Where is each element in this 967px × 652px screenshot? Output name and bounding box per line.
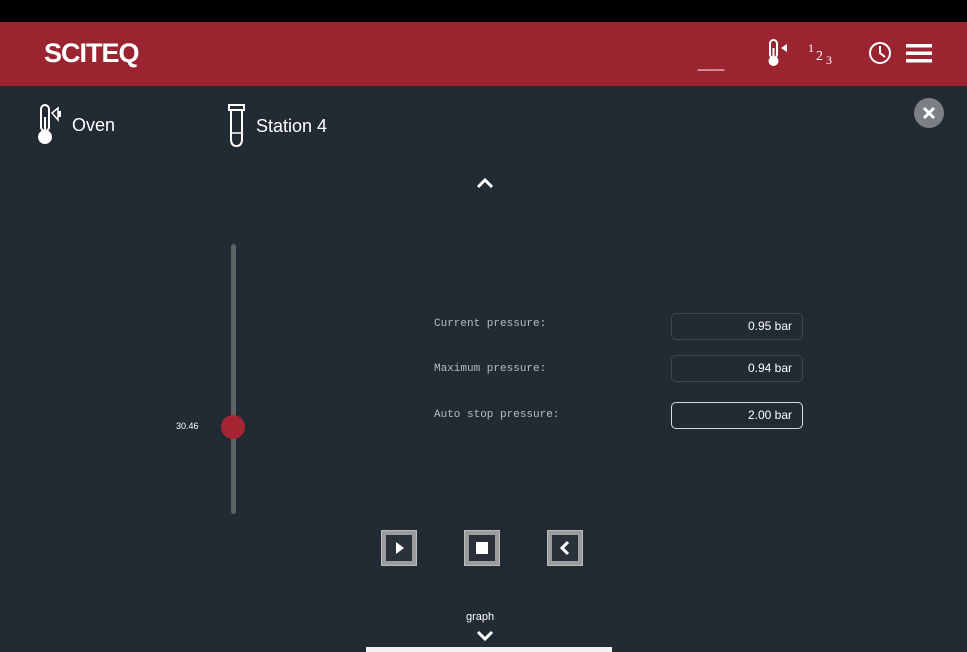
stop-button[interactable] [464,530,500,566]
menu-icon[interactable] [904,38,934,68]
slider-handle[interactable] [221,415,245,439]
sequence-123-icon[interactable]: 1 2 3 [805,38,835,68]
svg-text:2: 2 [816,49,823,64]
play-button[interactable] [381,530,417,566]
maximum-pressure-label: Maximum pressure: [434,363,547,375]
slider-track[interactable] [231,244,236,514]
device-station[interactable]: Station 4 [226,103,327,149]
maximum-pressure-value: 0.94 bar [671,355,803,382]
header-status-text: --------- [697,62,725,76]
svg-text:1: 1 [808,41,814,55]
device-station-label: Station 4 [256,115,328,136]
app-header: SCITEQ --------- 1 2 3 [0,22,967,86]
stop-icon [476,542,488,554]
chevron-down-icon[interactable] [476,629,494,648]
auto-stop-pressure-label: Auto stop pressure: [434,409,560,421]
thermometer-speaker-icon [38,104,61,144]
back-button[interactable] [547,530,583,566]
thermometer-icon[interactable] [765,38,795,68]
brand-logo: SCITEQ [44,38,140,68]
close-button[interactable] [914,98,944,128]
current-pressure-value: 0.95 bar [671,313,803,340]
close-icon [922,106,936,120]
slider-value: 30.46 [176,421,199,431]
play-icon [396,542,404,554]
chevron-up-icon[interactable] [476,176,494,195]
current-pressure-label: Current pressure: [434,318,547,330]
auto-stop-pressure-input[interactable]: 2.00 bar [671,402,803,429]
top-black-strip [0,0,967,22]
svg-text:3: 3 [826,53,832,67]
graph-panel-edge [366,647,612,652]
back-icon [559,540,570,556]
graph-toggle-label[interactable]: graph [466,611,494,623]
tube-icon [228,104,245,148]
clock-icon[interactable] [866,38,896,68]
device-oven-label: Oven [72,114,116,135]
device-oven[interactable]: Oven [38,103,115,147]
